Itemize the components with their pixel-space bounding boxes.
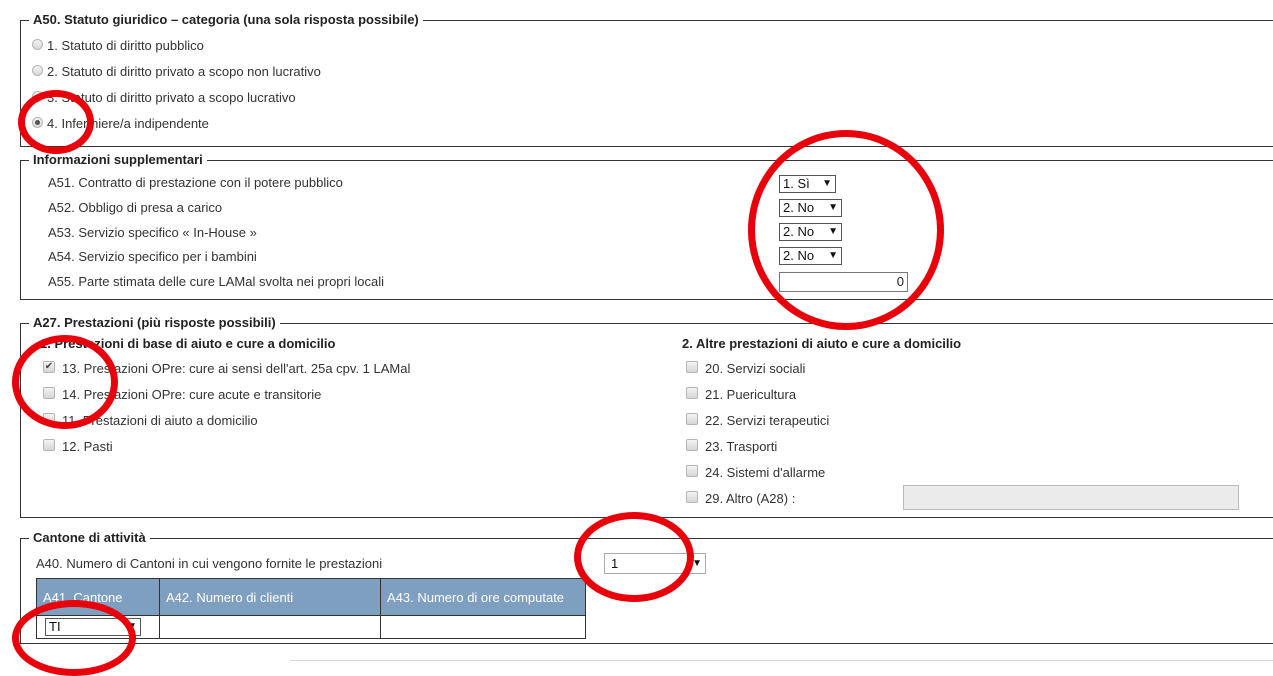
ore-input[interactable] xyxy=(380,615,586,639)
chevron-down-icon: ▼ xyxy=(828,226,838,237)
a40-value: 1 xyxy=(611,556,619,571)
cantone-legend: Cantone di attività xyxy=(29,530,150,545)
a51-value: 1. Sì xyxy=(783,176,810,191)
col-clienti-header: A42. Numero di clienti xyxy=(159,578,381,616)
col-ore-header: A43. Numero di ore computate xyxy=(380,578,586,616)
a53-label: A53. Servizio specifico « In-House » xyxy=(48,225,257,240)
prestazioni-altre-title: 2. Altre prestazioni di aiuto e cure a d… xyxy=(682,336,962,351)
label-13: 13. Prestazioni OPre: cure ai sensi dell… xyxy=(62,361,411,376)
a40-label: A40. Numero di Cantoni in cui vengono fo… xyxy=(36,556,383,571)
supplementari-legend: Informazioni supplementari xyxy=(29,152,207,167)
label-11: 11. Prestazioni di aiuto a domicilio xyxy=(62,413,258,428)
a51-label: A51. Contratto di prestazione con il pot… xyxy=(48,175,343,190)
statuto-radio-4[interactable] xyxy=(32,117,43,128)
a55-label: A55. Parte stimata delle cure LAMal svol… xyxy=(48,274,384,289)
checkmark-icon: ✔ xyxy=(44,361,54,372)
label-20: 20. Servizi sociali xyxy=(705,361,806,376)
statuto-radio-1[interactable] xyxy=(32,39,43,50)
a54-label: A54. Servizio specifico per i bambini xyxy=(48,249,257,264)
statuto-option-2: 2. Statuto di diritto privato a scopo no… xyxy=(47,64,321,79)
chevron-down-icon: ▼ xyxy=(692,558,702,569)
label-24: 24. Sistemi d'allarme xyxy=(705,465,826,480)
clienti-input[interactable] xyxy=(159,615,381,639)
label-29: 29. Altro (A28) : xyxy=(705,491,796,506)
checkbox-29[interactable] xyxy=(686,491,698,503)
cantone-table-header: A41. Cantone A42. Numero di clienti A43.… xyxy=(36,578,586,616)
checkbox-21[interactable] xyxy=(686,387,698,399)
checkbox-23[interactable] xyxy=(686,439,698,451)
chevron-down-icon: ▼ xyxy=(828,250,838,261)
a51-select[interactable]: 1. Sì ▼ xyxy=(779,175,836,193)
chevron-down-icon: ▼ xyxy=(822,178,832,189)
checkbox-11[interactable] xyxy=(43,413,55,425)
checkbox-14[interactable] xyxy=(43,387,55,399)
col-cantone-header: A41. Cantone xyxy=(36,578,160,616)
a55-input[interactable]: 0 xyxy=(779,272,908,292)
statuto-radio-2[interactable] xyxy=(32,65,43,76)
label-23: 23. Trasporti xyxy=(705,439,778,454)
checkbox-22[interactable] xyxy=(686,413,698,425)
checkbox-24[interactable] xyxy=(686,465,698,477)
prestazioni-legend: A27. Prestazioni (più risposte possibili… xyxy=(29,315,280,330)
bottom-divider xyxy=(290,660,1273,661)
checkbox-20[interactable] xyxy=(686,361,698,373)
chevron-down-icon: ▼ xyxy=(127,621,137,632)
label-22: 22. Servizi terapeutici xyxy=(705,413,830,428)
statuto-option-1: 1. Statuto di diritto pubblico xyxy=(47,38,204,53)
altro-a28-input[interactable] xyxy=(903,485,1239,510)
a52-select[interactable]: 2. No ▼ xyxy=(779,199,842,217)
table-row: TI ▼ xyxy=(36,615,586,639)
a54-select[interactable]: 2. No ▼ xyxy=(779,247,842,265)
cantone-select[interactable]: TI ▼ xyxy=(45,618,141,636)
prestazioni-base-title: 1. Prestazioni di base di aiuto e cure a… xyxy=(40,336,336,351)
cantone-cell: TI ▼ xyxy=(36,615,160,639)
a53-value: 2. No xyxy=(783,224,815,239)
chevron-down-icon: ▼ xyxy=(828,202,838,213)
a52-value: 2. No xyxy=(783,200,815,215)
cantone-table: A41. Cantone A42. Numero di clienti A43.… xyxy=(36,578,586,639)
checkbox-13[interactable]: ✔ xyxy=(43,361,55,373)
a53-select[interactable]: 2. No ▼ xyxy=(779,223,842,241)
label-21: 21. Puericultura xyxy=(705,387,797,402)
statuto-legend: A50. Statuto giuridico – categoria (una … xyxy=(29,12,423,27)
label-14: 14. Prestazioni OPre: cure acute e trans… xyxy=(62,387,322,402)
a40-select[interactable]: 1 ▼ xyxy=(604,553,706,574)
statuto-radio-3[interactable] xyxy=(32,91,43,102)
statuto-option-4: 4. Infermiere/a indipendente xyxy=(47,116,209,131)
cantone-value: TI xyxy=(49,619,61,634)
a54-value: 2. No xyxy=(783,248,815,263)
a52-label: A52. Obbligo di presa a carico xyxy=(48,200,223,215)
checkbox-12[interactable] xyxy=(43,439,55,451)
statuto-option-3: 3. Statuto di diritto privato a scopo lu… xyxy=(47,90,296,105)
label-12: 12. Pasti xyxy=(62,439,113,454)
